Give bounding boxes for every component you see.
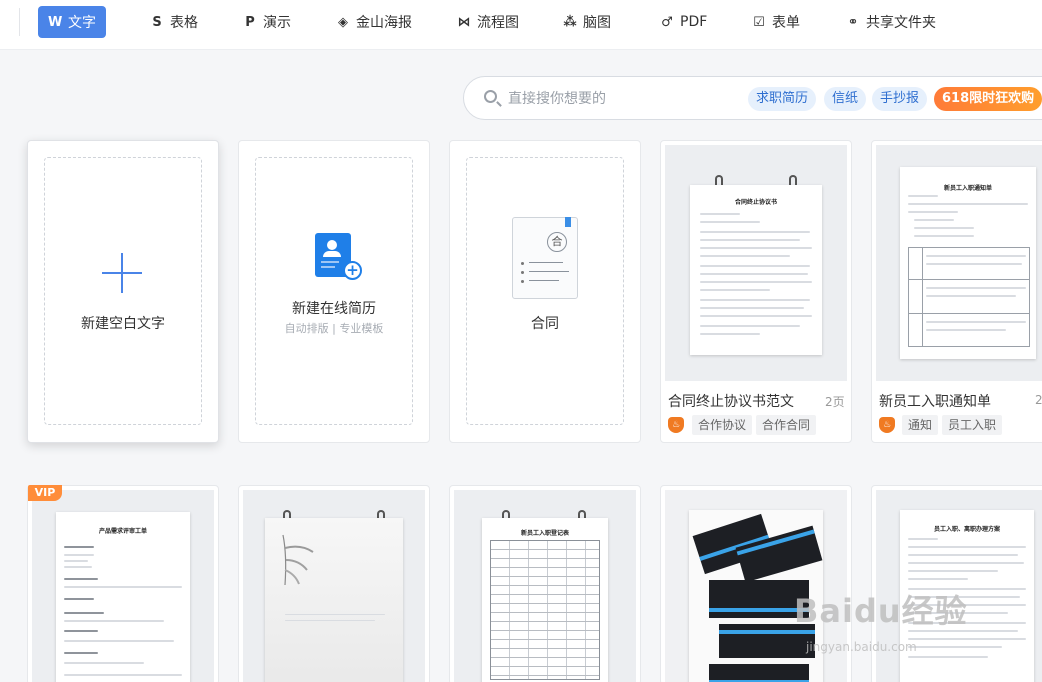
new-online-resume-label: 新建在线简历 [292,301,376,317]
new-online-resume-subtitle: 自动排版 | 专业模板 [284,322,384,335]
template-page-count: 2 [1035,393,1042,407]
search-bar[interactable]: 求职简历 信纸 手抄报 618限时狂欢购 [463,76,1042,120]
contract-document-icon: 合 [512,217,578,299]
template-title: 合同终止协议书范文 [668,394,794,410]
tab-label: 脑图 [583,15,611,31]
doc-heading: 产品需求评审工单 [98,528,147,535]
template-title: 新员工入职通知单 [879,394,991,410]
doc-heading: 合同终止协议书 [734,199,777,206]
plus-icon-vertical [121,253,123,293]
tab-label: 表单 [772,15,800,31]
shared-folder-icon: ⚭ [847,14,859,30]
tab-poster[interactable]: ◈ 金山海报 [326,6,422,38]
add-circle-icon: + [343,261,362,280]
template-tag[interactable]: 员工入职 [942,415,1003,435]
tab-label: 共享文件夹 [866,15,936,31]
presentation-icon: P [245,14,255,30]
tab-label: 流程图 [477,15,519,31]
tab-spreadsheet[interactable]: S 表格 [140,6,208,38]
doc-heading: 新员工入职通知单 [943,185,992,192]
bamboo-illustration [282,534,314,586]
template-thumbnail [243,490,425,682]
template-flame-icon: ♨ [668,417,684,433]
search-chip-letter-paper[interactable]: 信纸 [824,87,867,111]
dashed-frame [255,157,413,425]
tab-presentation[interactable]: P 演示 [233,6,301,38]
contract-seal: 合 [547,232,567,252]
tab-label: 文字 [68,15,96,31]
divider [19,8,20,36]
doc-heading: 新员工入职登记表 [520,530,569,537]
template-page-count: 2页 [825,395,845,409]
form-icon: ☑ [753,14,765,30]
pdf-icon: ♂ [661,14,673,30]
doc-heading: 员工入职、离职办理方案 [933,526,1000,533]
tab-flowchart[interactable]: ⋈ 流程图 [447,6,529,38]
mindmap-icon: ⁂ [563,14,577,30]
flowchart-icon: ⋈ [457,14,471,30]
search-input[interactable] [508,88,738,110]
spreadsheet-icon: S [152,14,162,30]
tab-mindmap[interactable]: ⁂ 脑图 [553,6,621,38]
template-tag[interactable]: 合作合同 [756,415,817,435]
tab-label: 金山海报 [356,15,412,31]
poster-icon: ◈ [338,14,348,30]
writer-icon: W [48,14,63,30]
template-tag[interactable]: 通知 [902,415,939,435]
tab-label: 演示 [263,15,291,31]
tab-writer[interactable]: W 文字 [38,6,106,38]
template-tag[interactable]: 合作协议 [692,415,753,435]
template-thumbnail: 产品需求评审工单 [32,490,214,682]
baidu-jingyan-watermark: Baidu经验 [794,592,968,630]
dashed-frame [44,157,202,425]
template-thumbnail: 新员工入职登记表 [454,490,636,682]
template-thumbnail: 新员工入职通知单 [876,145,1042,381]
tab-pdf[interactable]: ♂ PDF [650,6,717,38]
template-thumbnail: 合同终止协议书 [665,145,847,381]
search-chip-resume[interactable]: 求职简历 [748,87,817,111]
promo-618-badge[interactable]: 618限时狂欢购 [934,87,1042,111]
tab-label: PDF [680,14,708,30]
vip-badge: VIP [28,485,62,501]
top-tab-bar: W 文字 S 表格 P 演示 ◈ 金山海报 ⋈ 流程图 ⁂ 脑图 ♂ PDF ☑… [0,0,1042,50]
baidu-jingyan-url: jingyan.baidu.com [806,640,917,654]
template-flame-icon: ♨ [879,417,895,433]
tab-form[interactable]: ☑ 表单 [742,6,810,38]
new-blank-document-label: 新建空白文字 [81,316,165,332]
search-icon [484,90,497,103]
tab-shared-folder[interactable]: ⚭ 共享文件夹 [836,6,946,38]
search-chip-handwritten-poster[interactable]: 手抄报 [872,87,928,111]
tab-label: 表格 [170,15,198,31]
contract-label: 合同 [531,316,559,332]
